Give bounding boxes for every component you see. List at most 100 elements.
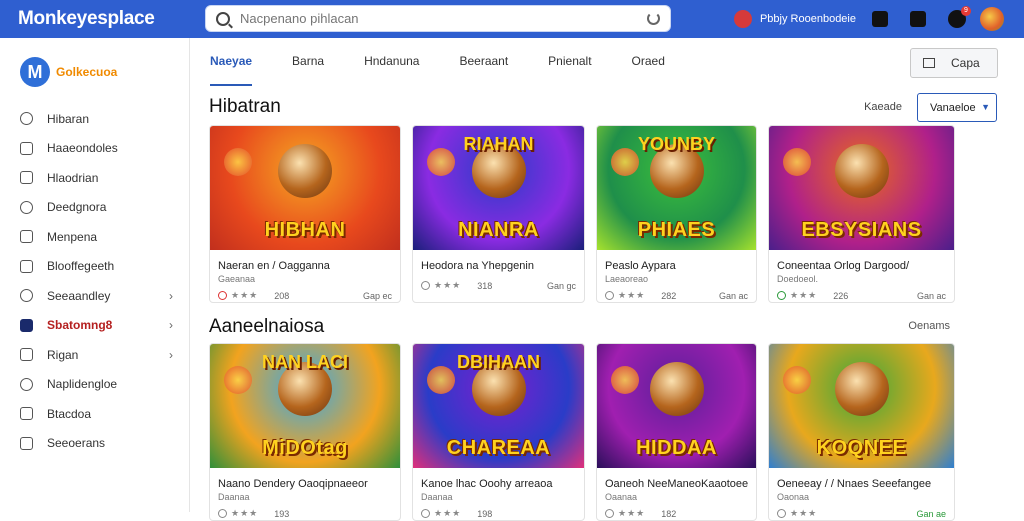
game-card[interactable]: HIBHAN Naeran en / Oagganna Gaeanaa ★★★ 208 G… bbox=[209, 125, 401, 303]
sidebar-item[interactable]: Btacdoa bbox=[0, 399, 189, 429]
sidebar-item-label: Blooffegeeth bbox=[47, 259, 115, 274]
game-title[interactable]: Kanoe lhac Ooohy arreaoa bbox=[413, 468, 584, 490]
game-art-heading: RIAHAN bbox=[463, 134, 534, 154]
game-card[interactable]: HIDDAA Oaneoh NeeManeoKaaotoee Oaanaa ★★★ 18… bbox=[596, 343, 757, 521]
section-title-featured: Hibatran bbox=[209, 96, 281, 117]
see-all-link[interactable]: Oenams bbox=[908, 320, 950, 332]
game-thumbnail[interactable]: RIAHAN NIANRA bbox=[413, 126, 584, 250]
rating-stars: ★★★ bbox=[231, 290, 259, 300]
game-thumbnail[interactable]: DBIHAAN CHAREAA bbox=[413, 344, 584, 468]
game-card[interactable]: DBIHAAN CHAREAA Kanoe lhac Ooohy arreaoa Da… bbox=[412, 343, 585, 521]
game-title[interactable]: Oeneeay / / Nnaes Seeefangee bbox=[769, 468, 954, 490]
game-thumbnail[interactable]: NAN LACI MiDOtag bbox=[210, 344, 400, 468]
status-icon bbox=[218, 291, 227, 300]
price-label[interactable]: Gan ae bbox=[916, 509, 946, 519]
download-count: 198 bbox=[477, 508, 493, 519]
sort-select[interactable]: Vanaeloe ▼ bbox=[917, 93, 997, 122]
sidebar-item[interactable]: Deedgnora bbox=[0, 193, 189, 223]
rating-stars: ★★★ bbox=[790, 290, 818, 300]
price-label[interactable]: Gap ec bbox=[363, 291, 392, 301]
sidebar-item[interactable]: Blooffegeeth bbox=[0, 252, 189, 282]
status-icon bbox=[421, 281, 430, 290]
file-icon bbox=[20, 259, 33, 273]
game-title[interactable]: Coneentaa Orlog Dargood/ bbox=[769, 250, 954, 272]
game-title[interactable]: Naeran en / Oagganna bbox=[210, 250, 400, 272]
download-count: 226 bbox=[833, 290, 849, 301]
status-icon bbox=[777, 291, 786, 300]
filter-button[interactable]: Capa bbox=[910, 48, 998, 78]
game-thumbnail[interactable]: HIBHAN bbox=[210, 126, 400, 250]
sidebar-item[interactable]: Seeaandley › bbox=[0, 281, 189, 311]
game-card[interactable]: NAN LACI MiDOtag Naano Dendery Oaoqipnaeeo… bbox=[209, 343, 401, 521]
game-art-title: HIBHAN bbox=[264, 219, 346, 241]
tab[interactable]: Barna bbox=[292, 38, 324, 86]
game-thumbnail[interactable]: YOUNBY PHIAES bbox=[597, 126, 756, 250]
filter-icon bbox=[923, 58, 935, 68]
rating-stars: ★★★ bbox=[231, 508, 259, 518]
game-art-title: CHAREAA bbox=[446, 437, 551, 459]
game-art-heading: NAN LACI bbox=[262, 352, 348, 372]
game-title[interactable]: Oaneoh NeeManeoKaaotoee bbox=[597, 468, 756, 490]
tab[interactable]: Beeraant bbox=[459, 38, 508, 86]
square-icon bbox=[20, 230, 33, 244]
status-icon bbox=[605, 509, 614, 518]
refresh-icon[interactable] bbox=[647, 12, 660, 25]
price-label[interactable]: Gan ac bbox=[917, 291, 946, 301]
game-meta: ★★★ 198 bbox=[413, 502, 584, 519]
avatar[interactable] bbox=[980, 7, 1004, 31]
tab[interactable]: Naeyae bbox=[210, 38, 253, 86]
rating-stars: ★★★ bbox=[618, 290, 646, 300]
main-content: Naeyae Barna Hndanuna Beeraant Pnienalt Oraed… bbox=[190, 38, 1024, 521]
game-meta: ★★★ 193 bbox=[210, 502, 400, 519]
sidebar-item-label: Btacdoa bbox=[47, 406, 92, 421]
sidebar-item[interactable]: Menpena bbox=[0, 222, 189, 252]
library-icon[interactable] bbox=[910, 11, 926, 27]
rating-stars: ★★★ bbox=[434, 508, 462, 518]
tab[interactable]: Pnienalt bbox=[548, 38, 591, 86]
game-card[interactable]: YOUNBY PHIAES Peaslo Aypara Laeaoreao ★★★ 282… bbox=[596, 125, 757, 303]
sort-label: Kaeade bbox=[864, 101, 902, 113]
tab[interactable]: Oraed bbox=[632, 38, 665, 86]
game-card[interactable]: KOQNEE Oeneeay / / Nnaes Seeefangee Oaonaa… bbox=[768, 343, 955, 521]
game-card[interactable]: RIAHAN NIANRA Heodora na Yhepgenin ★★★ 318 Ga… bbox=[412, 125, 585, 303]
bookmark-icon[interactable] bbox=[872, 11, 888, 27]
game-title[interactable]: Heodora na Yhepgenin bbox=[413, 250, 584, 272]
game-thumbnail[interactable]: HIDDAA bbox=[597, 344, 756, 468]
game-art-heading: DBIHAAN bbox=[457, 352, 540, 372]
game-title[interactable]: Peaslo Aypara bbox=[597, 250, 756, 272]
sidebar-item[interactable]: Seeoerans bbox=[0, 429, 189, 459]
sidebar-item[interactable]: Haaeondoles bbox=[0, 134, 189, 164]
user-label[interactable]: Pbbjy Rooenbodeie bbox=[760, 13, 856, 25]
status-icon bbox=[777, 509, 786, 518]
notification-icon[interactable]: 9 bbox=[948, 6, 971, 28]
top-right-actions: Pbbjy Rooenbodeie 9 bbox=[733, 0, 1024, 38]
sort-value: Vanaeloe bbox=[930, 102, 976, 114]
search-bar[interactable] bbox=[205, 5, 671, 32]
sidebar-logo[interactable]: M Golkecuoa bbox=[0, 38, 189, 92]
price-label[interactable]: Gan ac bbox=[719, 291, 748, 301]
download-count: 193 bbox=[274, 508, 290, 519]
game-art-title: HIDDAA bbox=[636, 437, 717, 459]
sidebar-item[interactable]: Sbatomng8 › bbox=[0, 311, 189, 341]
tab[interactable]: Hndanuna bbox=[364, 38, 419, 86]
sidebar-item[interactable]: Hlaodrian bbox=[0, 163, 189, 193]
bell-icon bbox=[20, 377, 33, 391]
sidebar-item[interactable]: Naplidengloe bbox=[0, 370, 189, 400]
brand-title[interactable]: Monkeyesplace bbox=[0, 8, 190, 30]
sidebar-item[interactable]: Rigan › bbox=[0, 340, 189, 370]
search-input[interactable] bbox=[240, 11, 640, 26]
game-art-heading: YOUNBY bbox=[637, 134, 715, 154]
user-status-icon[interactable] bbox=[733, 10, 752, 28]
chat-icon bbox=[20, 171, 33, 185]
game-thumbnail[interactable]: EBSYSIANS bbox=[769, 126, 954, 250]
sidebar-item[interactable]: Hibaran bbox=[0, 104, 189, 134]
game-meta: ★★★ 318 Gan gc bbox=[413, 274, 584, 291]
status-icon bbox=[421, 509, 430, 518]
game-publisher: Doedoeol. bbox=[777, 274, 819, 284]
sidebar-item-label: Sbatomng8 bbox=[47, 318, 113, 333]
rating-stars: ★★★ bbox=[790, 508, 818, 518]
price-label[interactable]: Gan gc bbox=[547, 281, 576, 291]
game-title[interactable]: Naano Dendery Oaoqipnaeeor bbox=[210, 468, 400, 490]
game-thumbnail[interactable]: KOQNEE bbox=[769, 344, 954, 468]
game-card[interactable]: EBSYSIANS Coneentaa Orlog Dargood/Doedoeo… bbox=[768, 125, 955, 303]
